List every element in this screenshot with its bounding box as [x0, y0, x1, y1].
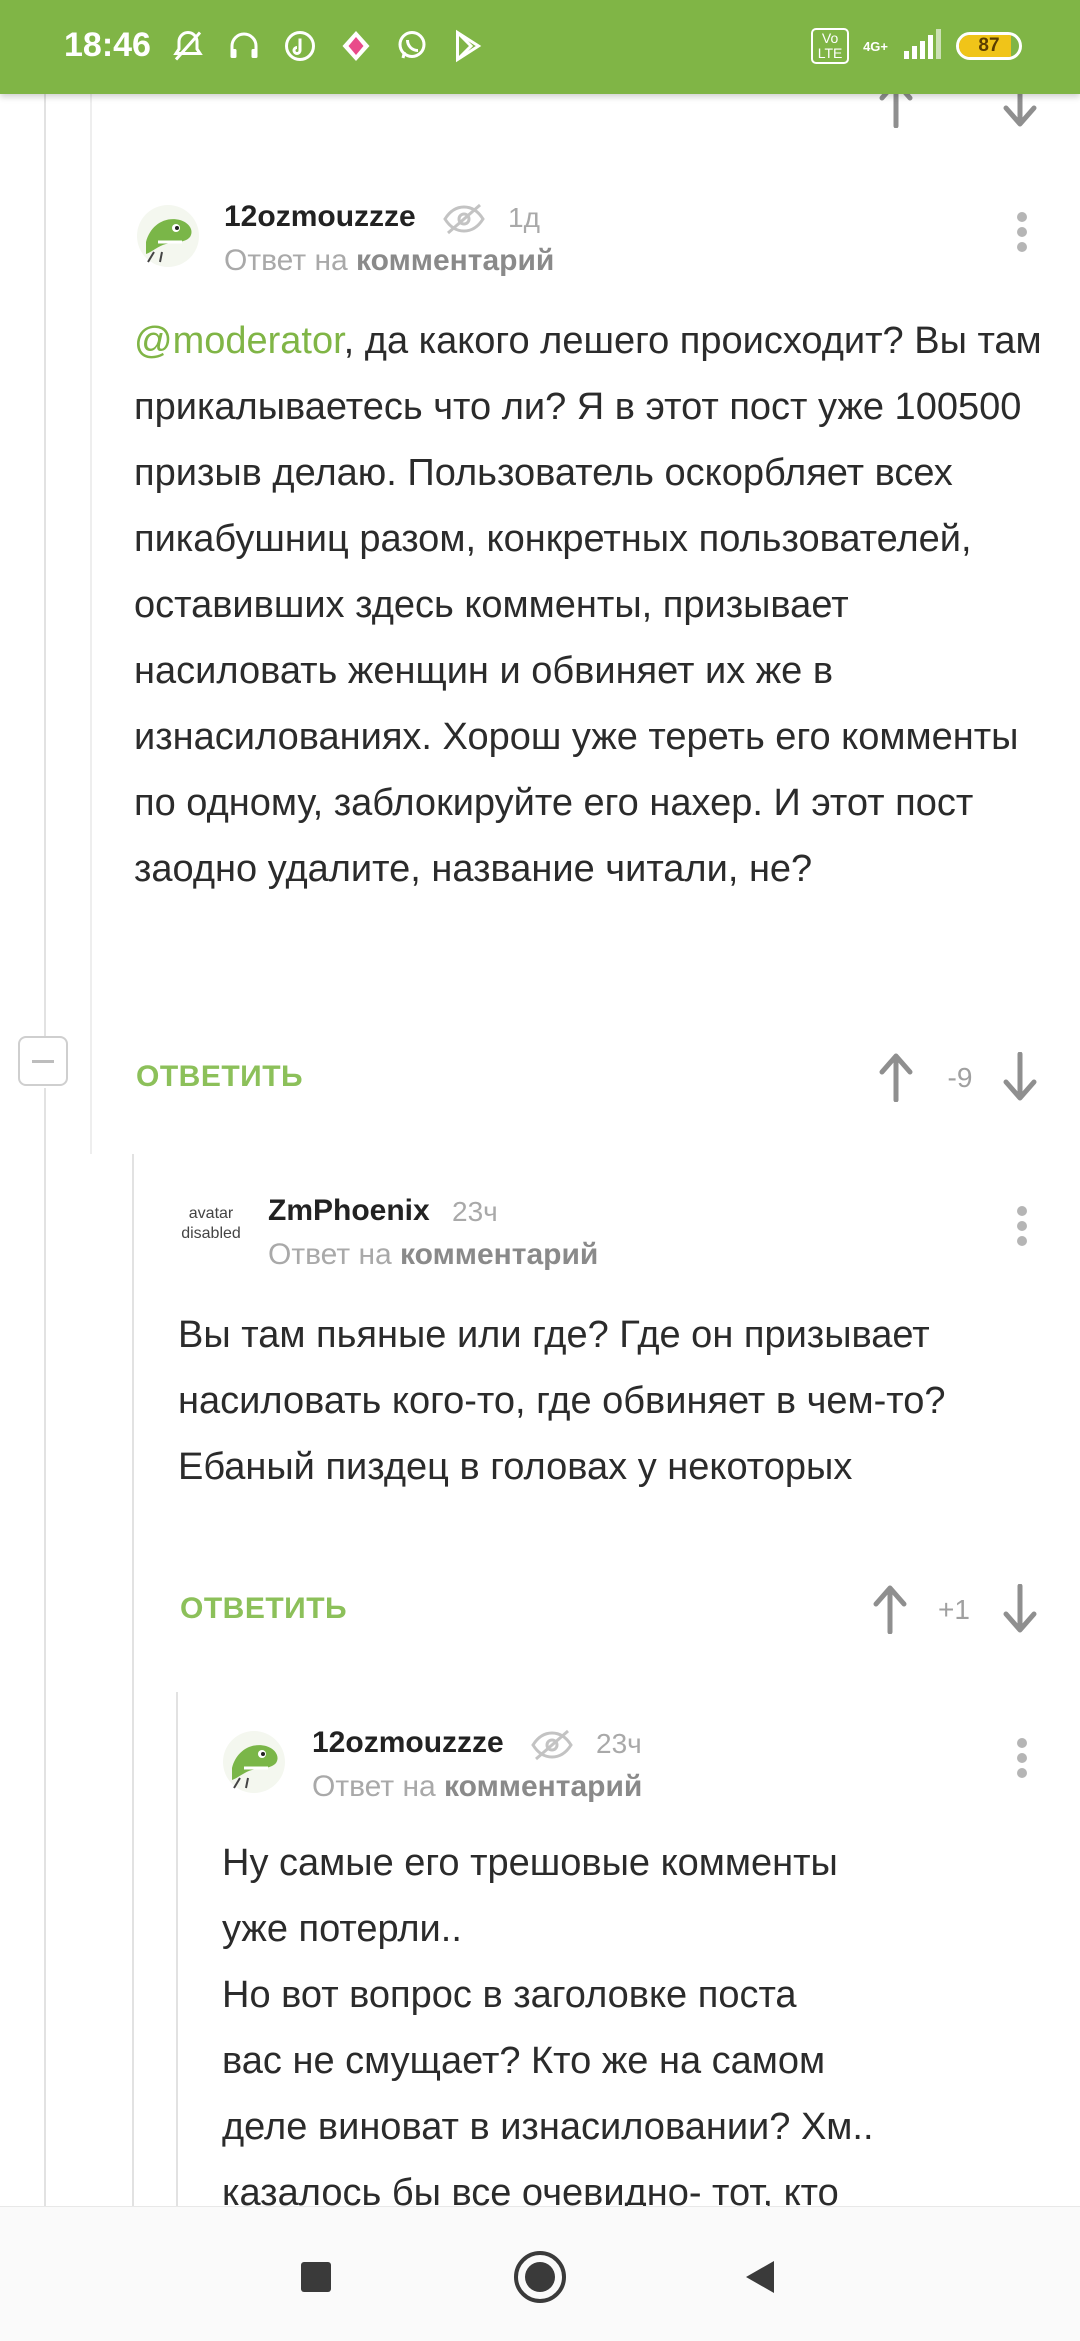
username[interactable]: 12ozmouzzze	[312, 1726, 504, 1760]
user-avatar[interactable]	[136, 204, 200, 268]
home-circle-icon	[514, 2251, 566, 2303]
battery-level: 87	[978, 35, 1000, 56]
collapse-thread-button[interactable]	[18, 1036, 68, 1086]
more-menu-icon[interactable]	[1012, 1734, 1032, 1784]
downvote-icon[interactable]	[1002, 94, 1038, 128]
comment-line: уже потерли..	[222, 1908, 462, 1950]
volte-indicator: Vo LTE	[811, 28, 850, 64]
reply-button[interactable]: ОТВЕТИТЬ	[180, 1592, 347, 1626]
reply-to: Ответ на комментарий	[224, 244, 554, 278]
status-bar: 18:46 Vo LTE 4G+ 87	[0, 0, 1080, 94]
recents-button[interactable]	[286, 2247, 346, 2307]
comment-line: казалось бы все очевидно- тот, кто	[222, 2172, 839, 2206]
thread-line	[90, 94, 92, 1154]
user-avatar[interactable]: avatar disabled	[178, 1204, 244, 1244]
comment-score: -9	[947, 1062, 973, 1093]
comment-text: Ну самые его трешовые комменты уже потер…	[222, 1830, 1022, 2206]
reply-button[interactable]: ОТВЕТИТЬ	[136, 1060, 303, 1094]
whatsapp-icon	[392, 26, 432, 66]
more-menu-icon[interactable]	[1012, 1202, 1032, 1252]
headset-icon	[224, 26, 264, 66]
system-indicators: Vo LTE 4G+ 87	[811, 28, 1022, 64]
comment-line: вас не смущает? Кто же на самом	[222, 2040, 826, 2082]
square-icon	[301, 2262, 331, 2292]
thread-line	[132, 1154, 134, 2206]
more-menu-icon[interactable]	[1012, 208, 1032, 258]
upvote-icon[interactable]	[878, 94, 914, 128]
comments-feed[interactable]: ОТВЕТИТЬ 0 12ozmouzzze 1д Ответ на комме…	[0, 94, 1080, 2206]
system-nav-bar	[0, 2206, 1080, 2341]
mention-link[interactable]: @moderator	[134, 320, 344, 362]
comment-time: 23ч	[596, 1728, 642, 1759]
home-button[interactable]	[510, 2247, 570, 2307]
notification-icons	[168, 26, 488, 66]
comment-body: , да какого лешего происходит? Вы там пр…	[134, 320, 1042, 890]
thread-line	[44, 1088, 46, 2206]
thread-line	[176, 1692, 178, 2206]
comment-time: 1д	[508, 202, 540, 233]
play-store-icon	[448, 26, 488, 66]
reply-to-link[interactable]: комментарий	[400, 1238, 598, 1271]
app-store-icon	[336, 26, 376, 66]
reply-to-link[interactable]: комментарий	[356, 244, 554, 277]
comment-score: 0	[934, 94, 986, 100]
reply-to-prefix: Ответ на	[312, 1770, 436, 1803]
reply-to-link[interactable]: комментарий	[444, 1770, 642, 1803]
reply-button[interactable]: ОТВЕТИТЬ	[136, 94, 303, 100]
reply-to: Ответ на комментарий	[312, 1770, 642, 1804]
comment-line: Ну самые его трешовые комменты	[222, 1842, 838, 1884]
battery-indicator: 87	[956, 32, 1022, 60]
eye-crossed-icon	[531, 1729, 573, 1761]
thread-line	[44, 94, 46, 1038]
upvote-icon[interactable]	[872, 1584, 908, 1634]
user-avatar[interactable]	[222, 1730, 286, 1794]
downvote-icon[interactable]	[1002, 1052, 1038, 1102]
username[interactable]: ZmPhoenix	[268, 1194, 430, 1228]
signal-icon	[902, 28, 942, 64]
downvote-icon[interactable]	[1002, 1584, 1038, 1634]
network-type: 4G+	[863, 38, 888, 54]
back-button[interactable]	[730, 2247, 790, 2307]
comment-text: Вы там пьяные или где? Где он призывает …	[178, 1314, 946, 1488]
eye-crossed-icon	[443, 203, 485, 235]
comment-text: @moderator, да какого лешего происходит?…	[134, 308, 1044, 902]
comment-score: +1	[938, 1594, 970, 1625]
back-triangle-icon	[746, 2261, 774, 2293]
bell-muted-icon	[168, 26, 208, 66]
comment-line: деле виноват в изнасиловании? Хм..	[222, 2106, 874, 2148]
status-time: 18:46	[64, 26, 151, 64]
tiktok-icon	[280, 26, 320, 66]
reply-to-prefix: Ответ на	[268, 1238, 392, 1271]
comment-line: Но вот вопрос в заголовке поста	[222, 1974, 797, 2016]
reply-to: Ответ на комментарий	[268, 1238, 598, 1272]
username[interactable]: 12ozmouzzze	[224, 200, 416, 234]
upvote-icon[interactable]	[878, 1052, 914, 1102]
comment-time: 23ч	[452, 1196, 498, 1227]
reply-to-prefix: Ответ на	[224, 244, 348, 277]
